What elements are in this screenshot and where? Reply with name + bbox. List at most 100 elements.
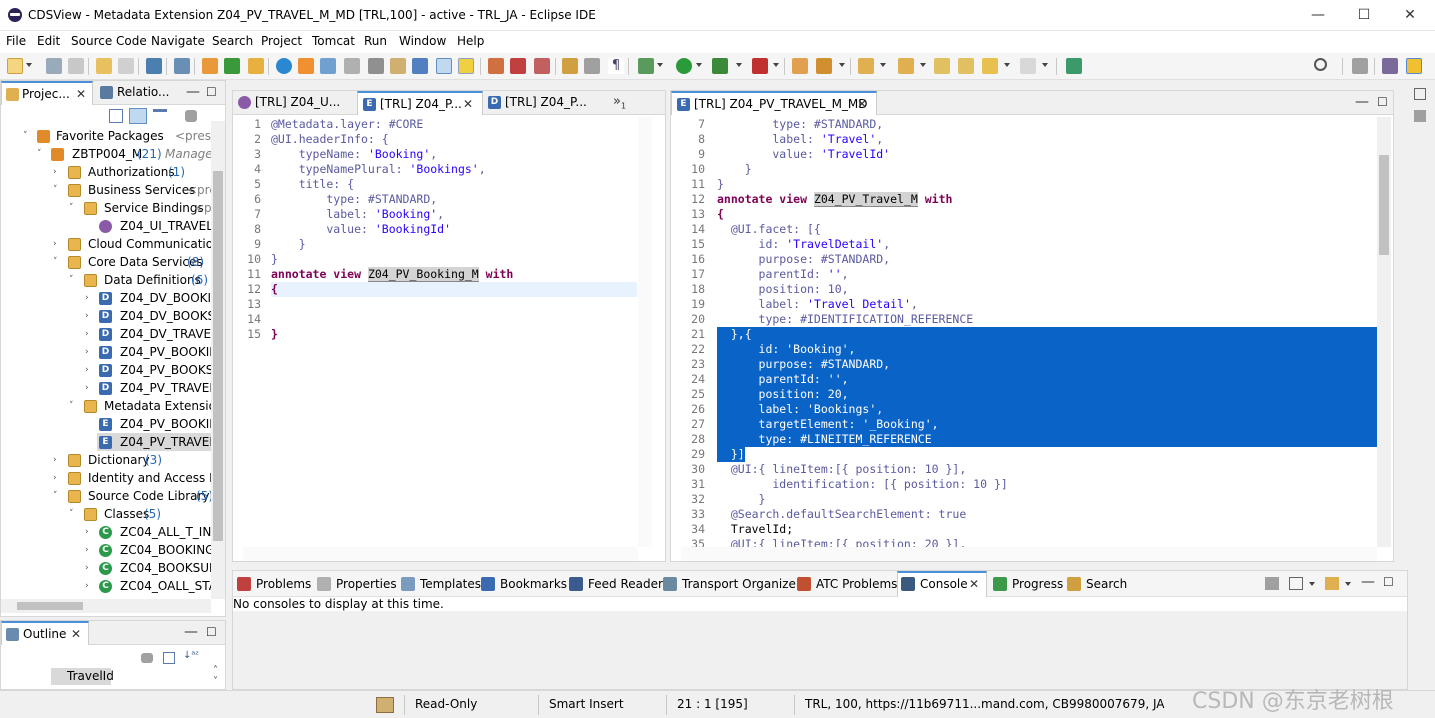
- debug-icon[interactable]: [638, 58, 654, 74]
- perspective-icon[interactable]: [1352, 58, 1368, 74]
- forward-icon[interactable]: [1020, 58, 1036, 74]
- tool-icon-4[interactable]: [562, 58, 578, 74]
- share-icon[interactable]: [344, 58, 360, 74]
- menu-tomcat[interactable]: Tomcat: [312, 34, 355, 48]
- undo-icon[interactable]: [96, 58, 112, 74]
- pin-console-icon[interactable]: [1265, 577, 1279, 590]
- code-editor-left[interactable]: 1 @Metadata.layer: #CORE 2 @UI.headerInfo:…: [233, 117, 637, 547]
- tab-search[interactable]: Search: [1067, 575, 1127, 593]
- outline-toolbar-icon-1[interactable]: [141, 653, 153, 663]
- tab-properties[interactable]: Properties: [317, 575, 397, 593]
- activate-all-icon[interactable]: [248, 58, 264, 74]
- activate-icon[interactable]: [224, 58, 240, 74]
- menu-window[interactable]: Window: [399, 34, 446, 48]
- tab-feed-reader[interactable]: Feed Reader: [569, 575, 663, 593]
- abap-perspective-icon[interactable]: [1382, 58, 1398, 74]
- tab-problems[interactable]: Problems: [237, 575, 311, 593]
- prev-annotation-icon[interactable]: [898, 58, 914, 74]
- tab-transport-organizer[interactable]: Transport Organizer: [663, 575, 801, 593]
- search-icon[interactable]: [1314, 58, 1327, 71]
- tool-icon-5[interactable]: [584, 58, 600, 74]
- run-icon[interactable]: [676, 58, 692, 74]
- tab-editor-travel-md[interactable]: E [TRL] Z04_PV_TRAVEL_M_MD: [671, 91, 877, 115]
- maximize-bottom-icon[interactable]: ☐: [1383, 575, 1394, 589]
- next-annotation-icon[interactable]: [858, 58, 874, 74]
- tab-progress[interactable]: Progress: [993, 575, 1063, 593]
- tab-atc-problems[interactable]: ATC Problems: [797, 575, 897, 593]
- maximize-outline-icon[interactable]: ☐: [206, 625, 217, 639]
- open-perspective-icon[interactable]: [1066, 58, 1082, 74]
- back-icon[interactable]: [982, 58, 998, 74]
- format-icon[interactable]: [298, 58, 314, 74]
- minimize-editor-icon[interactable]: —: [1355, 94, 1369, 110]
- maximize-button[interactable]: ☐: [1341, 0, 1387, 31]
- wand-icon[interactable]: [816, 58, 832, 74]
- status-edit-icon[interactable]: [376, 697, 394, 713]
- side-view-icon[interactable]: [1414, 110, 1426, 122]
- tab-templates[interactable]: Templates: [401, 575, 481, 593]
- menu-search[interactable]: Search: [212, 34, 253, 48]
- tab-bookmarks[interactable]: Bookmarks: [481, 575, 567, 593]
- maximize-editor-icon[interactable]: ☐: [1377, 95, 1388, 109]
- outline-item-travelid[interactable]: TravelId: [51, 668, 114, 685]
- minimize-panel-icon[interactable]: —: [186, 84, 200, 100]
- active-perspective-icon[interactable]: [1406, 58, 1422, 74]
- more-tabs-icon[interactable]: »1: [613, 94, 626, 111]
- close-outline-icon[interactable]: ✕: [71, 627, 81, 641]
- menu-edit[interactable]: Edit: [37, 34, 60, 48]
- compare-icon[interactable]: [320, 58, 336, 74]
- forward-edit-icon[interactable]: [958, 58, 974, 74]
- editor-left-hscroll[interactable]: [243, 547, 638, 561]
- menu-source-code[interactable]: Source Code: [71, 34, 147, 48]
- save-all-icon[interactable]: [68, 58, 84, 74]
- console-icon[interactable]: [146, 58, 162, 74]
- editor-right-vscroll[interactable]: [1377, 117, 1391, 547]
- menu-project[interactable]: Project: [261, 34, 302, 48]
- minimize-bottom-icon[interactable]: —: [1361, 574, 1375, 590]
- outline-scroll-icon[interactable]: ˄ ˅: [213, 665, 218, 687]
- close-tab-icon[interactable]: ✕: [857, 97, 867, 111]
- close-window-button[interactable]: ✕: [1387, 0, 1433, 31]
- display-console-icon[interactable]: [1289, 577, 1303, 590]
- sort-icon[interactable]: ↓ᵃᶻ: [183, 650, 199, 661]
- open-console-icon[interactable]: [1325, 577, 1339, 590]
- tree-horizontal-scrollbar[interactable]: [1, 599, 211, 613]
- highlight-icon[interactable]: [436, 58, 452, 74]
- print-icon[interactable]: [368, 58, 384, 74]
- new-icon[interactable]: [7, 58, 23, 74]
- minimize-button[interactable]: —: [1295, 0, 1341, 31]
- menu-navigate[interactable]: Navigate: [151, 34, 205, 48]
- save-icon[interactable]: [46, 58, 62, 74]
- editor-right-hscroll[interactable]: [681, 547, 1377, 561]
- outline-collapse-icon[interactable]: [163, 652, 175, 664]
- menu-help[interactable]: Help: [457, 34, 484, 48]
- tab-console[interactable]: Console: [901, 575, 968, 593]
- copy-icon[interactable]: [390, 58, 406, 74]
- open-folder-icon[interactable]: [792, 58, 808, 74]
- search-tool-icon[interactable]: [174, 58, 190, 74]
- close-tab-icon[interactable]: ✕: [463, 97, 473, 111]
- link-icon[interactable]: [412, 58, 428, 74]
- menu-file[interactable]: File: [6, 34, 26, 48]
- tool-icon-2[interactable]: [510, 58, 526, 74]
- tool-icon-3[interactable]: [534, 58, 550, 74]
- external-tools-icon[interactable]: [752, 58, 768, 74]
- editor-left-vscroll[interactable]: [638, 117, 652, 547]
- tab-editor-booking-dd[interactable]: D [TRL] Z04_P...: [483, 91, 607, 115]
- close-project-explorer-icon[interactable]: ✕: [76, 87, 86, 101]
- tree-me-item-selected[interactable]: EZ04_PV_TRAVEL_I: [97, 433, 211, 451]
- last-edit-icon[interactable]: [934, 58, 950, 74]
- open-type-icon[interactable]: [202, 58, 218, 74]
- maximize-panel-icon[interactable]: ☐: [206, 85, 217, 99]
- tab-relation-explorer[interactable]: Relatio...: [95, 81, 185, 105]
- pen-icon[interactable]: [458, 58, 474, 74]
- code-editor-right[interactable]: 7 type: #STANDARD, 8 label: 'Travel', 9 …: [671, 117, 1377, 547]
- menu-run[interactable]: Run: [364, 34, 387, 48]
- close-console-icon[interactable]: ✕: [969, 577, 979, 591]
- tab-editor-ui[interactable]: [TRL] Z04_U...: [233, 91, 357, 115]
- run-config-icon[interactable]: [712, 58, 728, 74]
- minimize-outline-icon[interactable]: —: [184, 624, 198, 640]
- check-icon[interactable]: [276, 58, 292, 74]
- tree-vertical-scrollbar[interactable]: [211, 121, 225, 599]
- tool-icon-1[interactable]: [488, 58, 504, 74]
